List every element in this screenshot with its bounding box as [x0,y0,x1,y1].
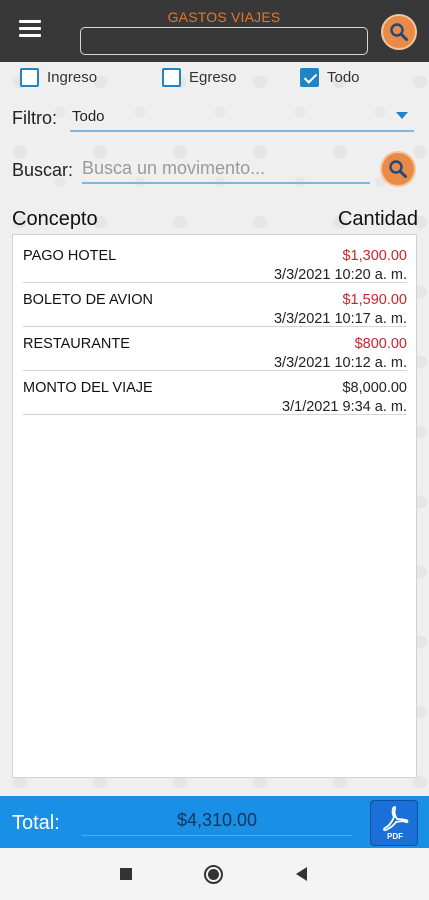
egreso-checkbox-box[interactable] [162,68,181,87]
todo-label: Todo [327,69,360,86]
export-pdf-button[interactable]: PDF [370,800,418,846]
list-item-amount: $8,000.00 [342,380,407,396]
search-icon [389,160,407,178]
list-item-concept: MONTO DEL VIAJE [23,380,153,396]
list-item[interactable]: RESTAURANTE $800.00 3/3/2021 10:12 a. m. [23,327,407,371]
egreso-checkbox[interactable]: Egreso [162,68,237,87]
list-item-date: 3/1/2021 9:34 a. m. [282,399,407,415]
todo-checkbox[interactable]: Todo [300,68,360,87]
list-item-concept: BOLETO DE AVION [23,292,154,308]
header-search-input[interactable] [80,27,368,55]
filtro-selected-value: Todo [72,108,105,125]
list-item-concept: PAGO HOTEL [23,248,117,264]
egreso-label: Egreso [189,69,237,86]
search-icon [390,23,408,41]
list-item-concept: RESTAURANTE [23,336,130,352]
chevron-down-icon [396,112,408,119]
app-header: GASTOS VIAJES [0,0,429,62]
recents-icon[interactable] [120,868,132,880]
ingreso-checkbox-box[interactable] [20,68,39,87]
app-title: GASTOS VIAJES [167,9,281,25]
hamburger-menu-icon[interactable] [19,20,41,38]
total-label: Total: [12,812,60,834]
list-item[interactable]: BOLETO DE AVION $1,590.00 3/3/2021 10:17… [23,283,407,327]
list-item[interactable]: MONTO DEL VIAJE $8,000.00 3/1/2021 9:34 … [23,371,407,415]
list-item-date: 3/3/2021 10:20 a. m. [273,267,407,283]
concepto-column-header: Concepto [12,208,98,230]
cantidad-column-header: Cantidad [337,208,418,230]
movements-list: PAGO HOTEL $1,300.00 3/3/2021 10:20 a. m… [12,234,417,778]
system-nav-bar [0,848,429,900]
buscar-input[interactable] [82,154,370,184]
buscar-label: Buscar: [12,160,74,180]
list-item-date: 3/3/2021 10:12 a. m. [273,355,407,371]
filtro-label: Filtro: [12,108,57,128]
pdf-icon [383,806,409,832]
header-search-button[interactable] [381,14,417,50]
list-item[interactable]: PAGO HOTEL $1,300.00 3/3/2021 10:20 a. m… [23,239,407,283]
list-item-amount: $1,590.00 [342,292,407,308]
total-bar: Total: $4,310.00 [0,796,429,848]
list-item-amount: $800.00 [354,336,407,352]
type-filter-row: Ingreso Egreso Todo [0,68,429,92]
pdf-button-label: PDF [387,832,403,841]
buscar-search-button[interactable] [380,151,416,187]
home-icon[interactable] [204,865,223,884]
ingreso-label: Ingreso [47,69,98,86]
todo-checkbox-box[interactable] [300,68,319,87]
list-item-date: 3/3/2021 10:17 a. m. [273,311,407,327]
list-item-amount: $1,300.00 [342,248,407,264]
total-value: $4,310.00 [82,810,352,836]
ingreso-checkbox[interactable]: Ingreso [20,68,97,87]
back-icon[interactable] [296,867,307,881]
filtro-dropdown[interactable]: Todo [70,104,414,132]
